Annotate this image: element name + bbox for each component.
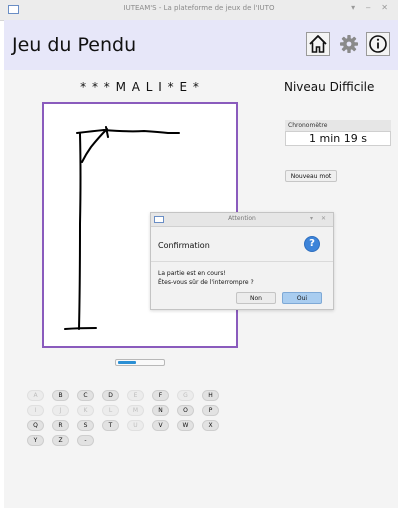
letter-key-u[interactable]: U [127, 420, 144, 431]
letter-key-m[interactable]: M [127, 405, 144, 416]
settings-button[interactable] [337, 32, 361, 56]
yes-button[interactable]: Oui [282, 292, 322, 304]
app-header: Jeu du Pendu [4, 20, 398, 70]
letter-key-d[interactable]: D [102, 390, 119, 401]
letter-key-y[interactable]: Y [27, 435, 44, 446]
progress-fill [118, 361, 136, 364]
letter-keyboard: ABCDEFGHIJKLMNOPQRSTUVWXYZ- [27, 390, 247, 450]
new-word-button[interactable]: Nouveau mot [285, 170, 337, 182]
letter-key-b[interactable]: B [52, 390, 69, 401]
letter-key-g[interactable]: G [177, 390, 194, 401]
letter-key-l[interactable]: L [102, 405, 119, 416]
chrono-value: 1 min 19 s [285, 131, 391, 146]
gear-icon [340, 35, 358, 53]
letter-key-w[interactable]: W [177, 420, 194, 431]
letter-key-dash[interactable]: - [77, 435, 94, 446]
keyboard-row: QRSTUVWX [27, 420, 247, 435]
dialog-message-line2: Êtes-vous sûr de l'interrompre ? [158, 279, 254, 286]
letter-key-n[interactable]: N [152, 405, 169, 416]
dialog-titlebar: Attention ▾ ✕ [151, 213, 333, 227]
letter-key-p[interactable]: P [202, 405, 219, 416]
letter-key-a[interactable]: A [27, 390, 44, 401]
progress-bar [115, 359, 165, 366]
home-icon [309, 35, 327, 53]
letter-key-z[interactable]: Z [52, 435, 69, 446]
help-icon: ? [304, 236, 320, 252]
letter-key-t[interactable]: T [102, 420, 119, 431]
letter-key-s[interactable]: S [77, 420, 94, 431]
letter-key-k[interactable]: K [77, 405, 94, 416]
letter-key-c[interactable]: C [77, 390, 94, 401]
letter-key-r[interactable]: R [52, 420, 69, 431]
home-button[interactable] [306, 32, 330, 56]
info-button[interactable] [366, 32, 390, 56]
keyboard-row: ABCDEFGH [27, 390, 247, 405]
letter-key-v[interactable]: V [152, 420, 169, 431]
dialog-message-line1: La partie est en cours! [158, 270, 226, 277]
letter-key-q[interactable]: Q [27, 420, 44, 431]
letter-key-j[interactable]: J [52, 405, 69, 416]
letter-key-h[interactable]: H [202, 390, 219, 401]
hidden-word: * * * M A L I * E * [80, 80, 200, 94]
confirmation-dialog: Attention ▾ ✕ Confirmation ? La partie e… [150, 212, 334, 310]
no-button[interactable]: Non [236, 292, 276, 304]
dialog-divider [151, 261, 333, 262]
dialog-controls[interactable]: ▾ ✕ [310, 215, 329, 222]
difficulty-level: Niveau Difficile [284, 80, 375, 94]
letter-key-x[interactable]: X [202, 420, 219, 431]
window-titlebar: IUTEAM'S - La plateforme de jeux de l'IU… [0, 0, 398, 21]
dialog-header: Confirmation [158, 241, 210, 250]
keyboard-row: YZ- [27, 435, 247, 450]
letter-key-o[interactable]: O [177, 405, 194, 416]
window-controls[interactable]: ▾ ‒ ✕ [351, 3, 392, 12]
keyboard-row: IJKLMNOP [27, 405, 247, 420]
page-title: Jeu du Pendu [12, 34, 137, 56]
info-icon [369, 35, 387, 53]
letter-key-i[interactable]: I [27, 405, 44, 416]
dialog-title: Attention [228, 215, 256, 222]
letter-key-f[interactable]: F [152, 390, 169, 401]
chrono-label: Chronomètre [285, 120, 391, 131]
letter-key-e[interactable]: E [127, 390, 144, 401]
window-title: IUTEAM'S - La plateforme de jeux de l'IU… [123, 4, 275, 12]
